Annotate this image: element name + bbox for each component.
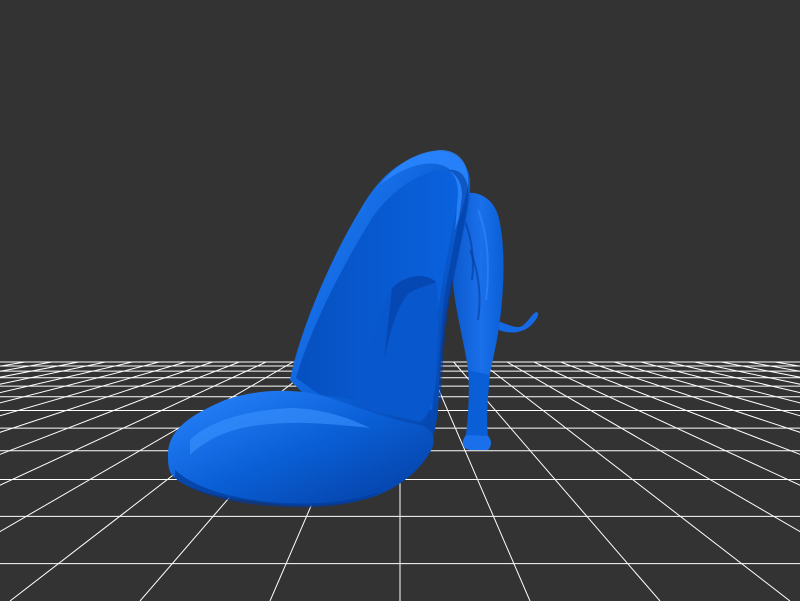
grid-line-vertical	[587, 361, 800, 433]
high-heel-shoe[interactable]	[168, 150, 471, 508]
scene-canvas[interactable]	[0, 0, 800, 601]
grid-line-vertical	[694, 361, 800, 385]
grid-line-vertical	[0, 361, 186, 417]
grid-line-vertical	[479, 361, 791, 601]
grid-line-vertical	[721, 361, 800, 378]
grid-line-vertical	[0, 361, 79, 378]
3d-viewport[interactable]	[0, 0, 800, 601]
grid-line-vertical	[614, 361, 800, 417]
grid-line-vertical	[0, 361, 106, 385]
grid-line-vertical	[560, 361, 800, 455]
grid-line-vertical	[0, 361, 160, 404]
grid-line-vertical	[533, 361, 800, 486]
grid-line-vertical	[640, 361, 800, 404]
